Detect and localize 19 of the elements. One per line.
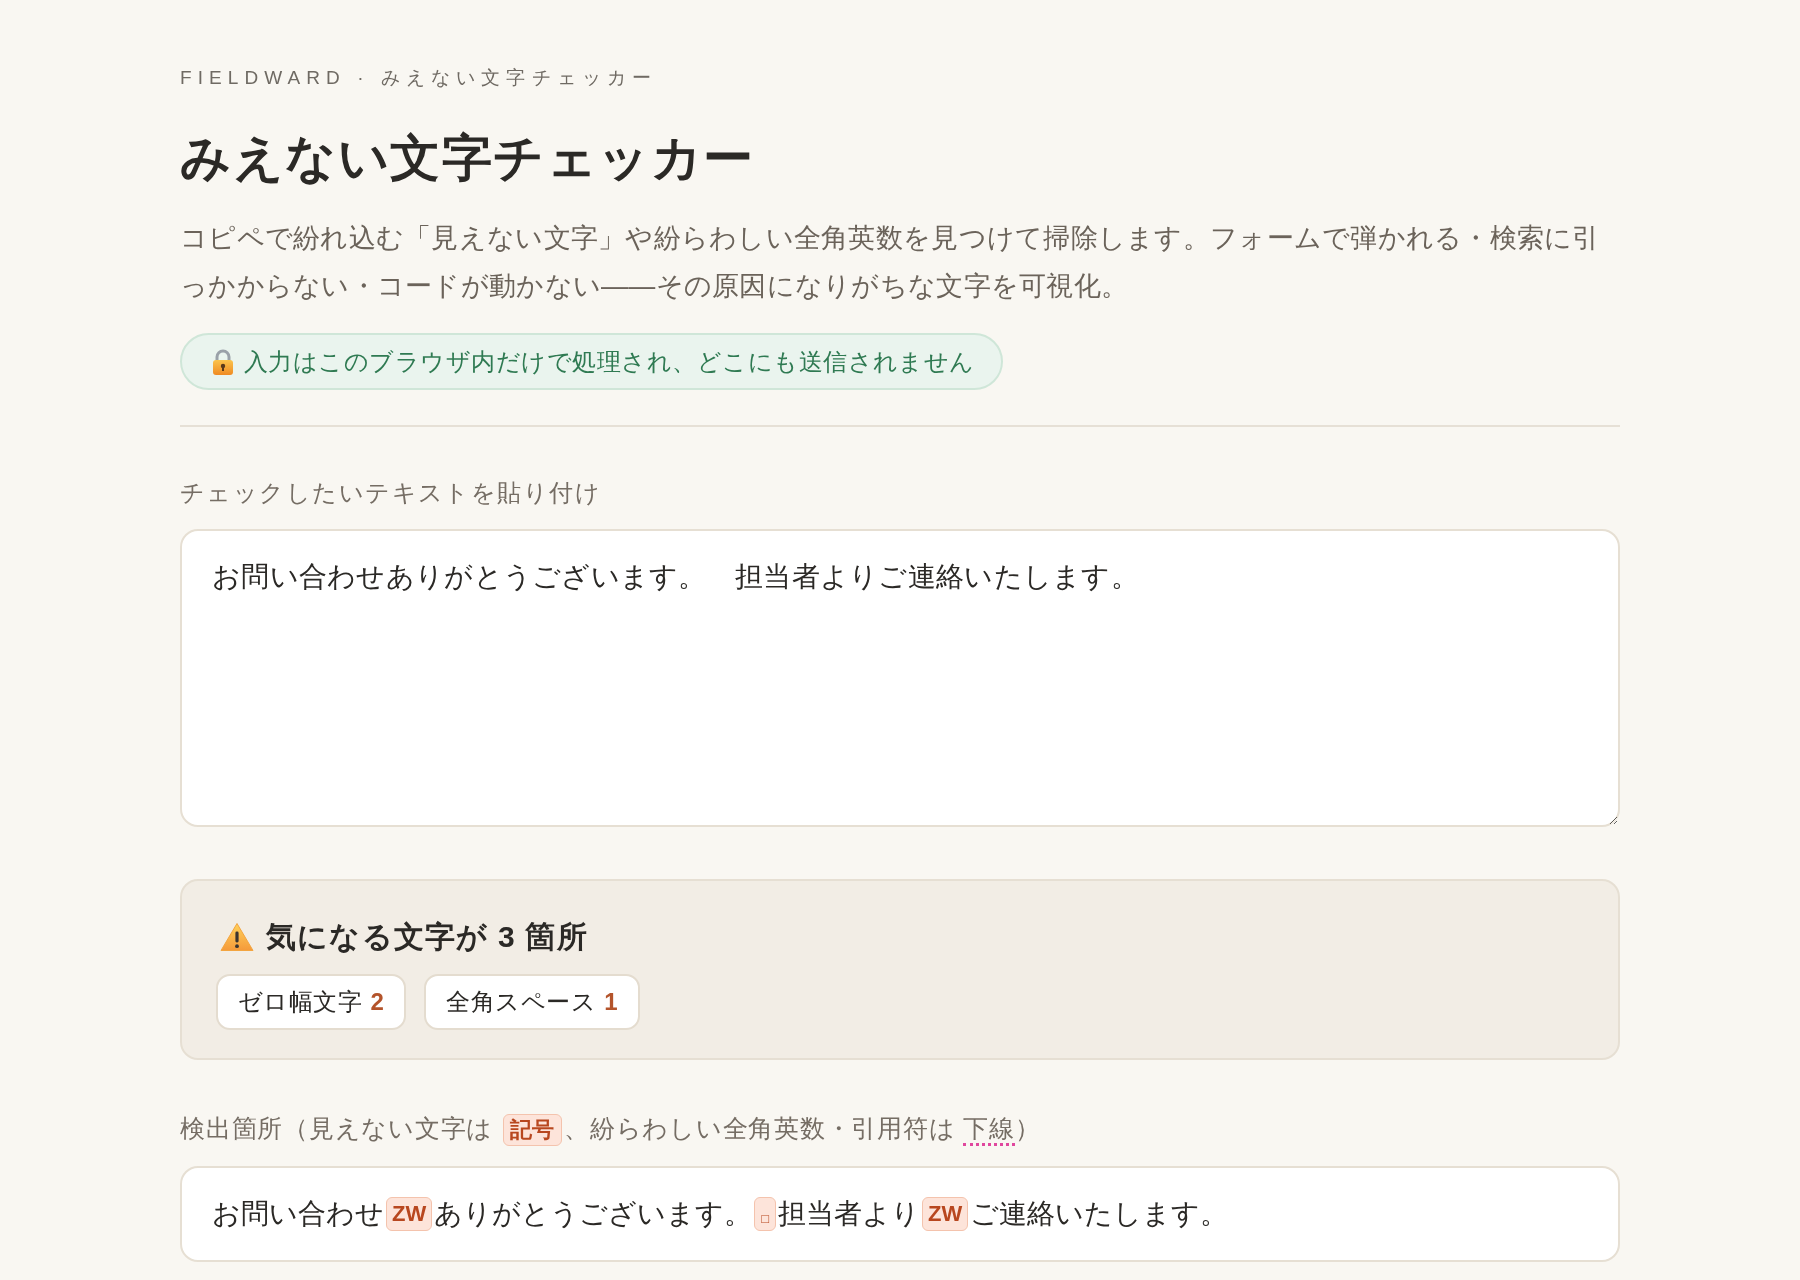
privacy-note: 入力はこのブラウザ内だけで処理され、どこにも送信されません	[244, 346, 975, 377]
text-input[interactable]: お問い合わせありがとうございます。 担当者よりご連絡いたします。	[180, 529, 1620, 827]
count-chip: ゼロ幅文字 2	[216, 974, 407, 1030]
legend-text: 検出箇所（見えない文字は 記号 、紛らわしい全角英数・引用符は 下線）	[180, 1111, 1041, 1146]
summary-heading: 気になる文字が 3 箇所	[266, 919, 588, 955]
warning-icon	[220, 922, 254, 952]
description-text: コピペで紛れ込む「見えない文字」や紛らわしい全角英数を見つけて掃除します。フォームで弾かれる・検索に引っかからない・コードが動かない——その原因になりがちな文字を可視化。	[180, 222, 1601, 303]
result-text: 担当者より	[778, 1197, 921, 1231]
result-text: お問い合わせ	[212, 1197, 384, 1231]
zero-width-marker: ZW	[922, 1197, 969, 1231]
result-text: ご連絡いたします。	[970, 1197, 1229, 1231]
result-text: ありがとうございます。	[434, 1197, 753, 1231]
page-title: みえない文字チェッカー	[180, 129, 755, 188]
eyebrow-text: FIELDWARD · みえない文字チェッカー	[180, 66, 657, 90]
count-chip: 全角スペース 1	[424, 974, 640, 1030]
lock-icon	[212, 348, 234, 375]
space-marker: □	[754, 1197, 777, 1231]
field-label: チェックしたいテキストを貼り付け	[180, 478, 602, 508]
zero-width-marker: ZW	[386, 1197, 433, 1231]
